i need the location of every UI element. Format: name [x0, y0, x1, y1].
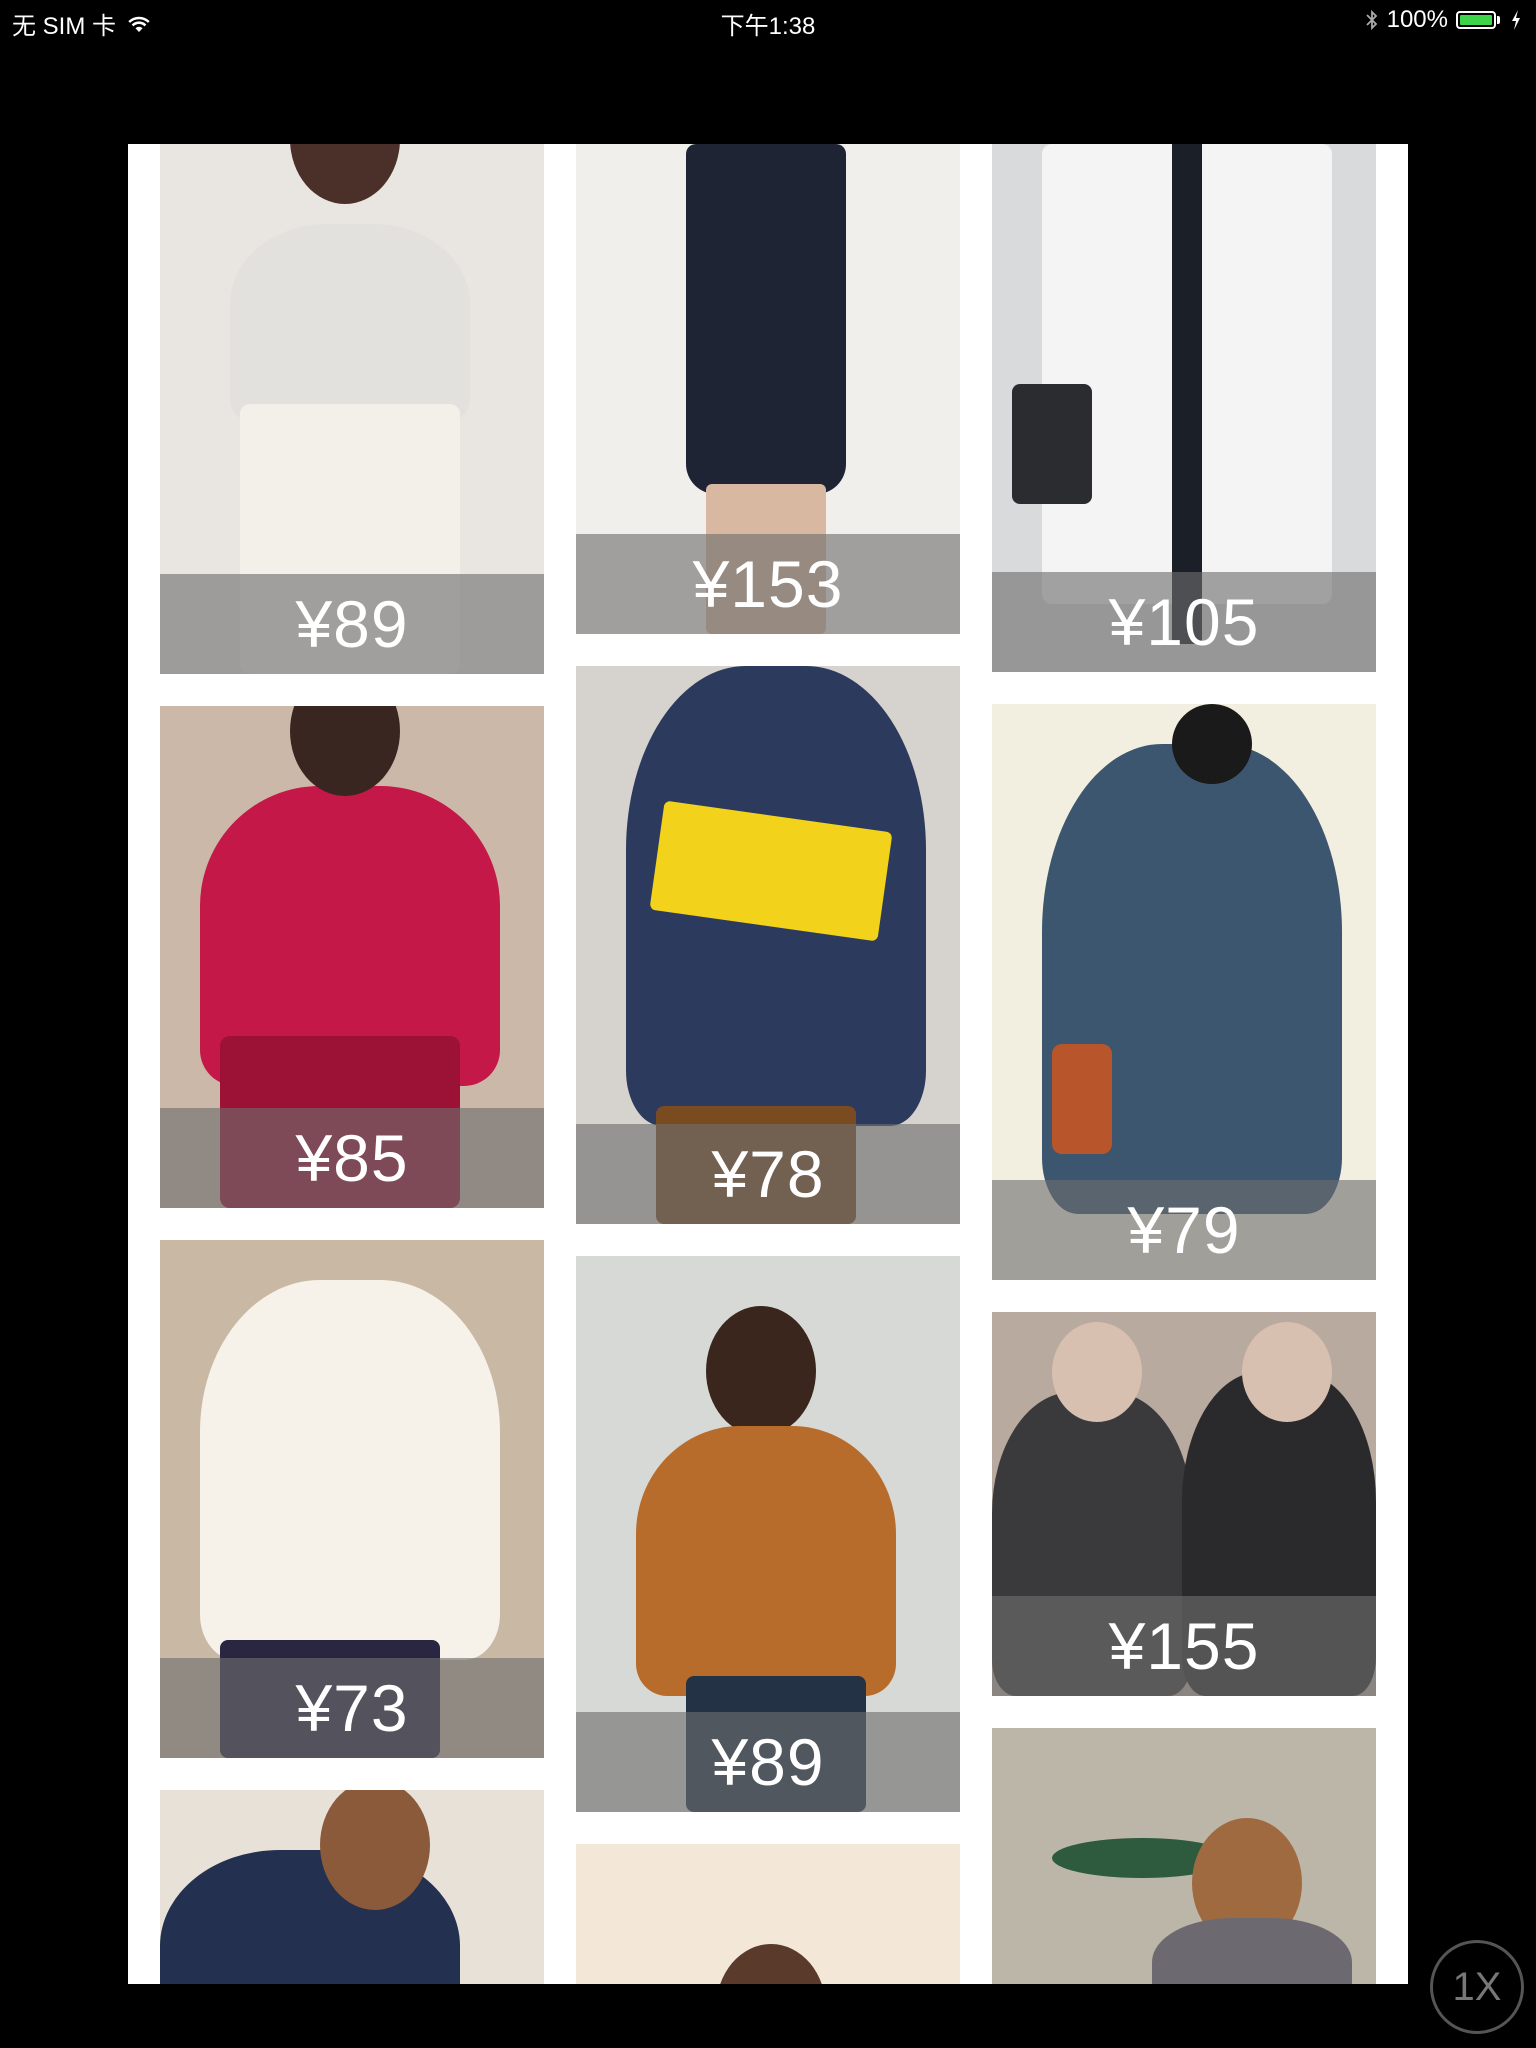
product-image: [576, 1844, 960, 1984]
bluetooth-icon: [1365, 9, 1377, 31]
charging-icon: [1512, 10, 1520, 30]
product-card[interactable]: ¥105: [992, 144, 1376, 672]
product-card[interactable]: ¥89: [576, 1256, 960, 1812]
status-bar: 无 SIM 卡 下午1:38 100%: [0, 0, 1536, 40]
price-label: ¥79: [1127, 1193, 1241, 1267]
product-card[interactable]: ¥155: [992, 1312, 1376, 1696]
product-card[interactable]: ¥79: [992, 704, 1376, 1280]
product-card[interactable]: [160, 1790, 544, 1984]
price-bar: ¥153: [576, 534, 960, 634]
product-image: [160, 1790, 544, 1984]
price-bar: ¥89: [576, 1712, 960, 1812]
price-bar: ¥73: [160, 1658, 544, 1758]
price-bar: ¥105: [992, 572, 1376, 672]
product-waterfall-grid[interactable]: ¥89 ¥85 ¥73 ¥153 ¥78 ¥89 ¥105 ¥79 ¥155: [128, 144, 1408, 1984]
price-bar: ¥155: [992, 1596, 1376, 1696]
price-label: ¥155: [1108, 1609, 1260, 1683]
price-bar: ¥89: [160, 574, 544, 674]
price-label: ¥85: [295, 1121, 409, 1195]
battery-icon: [1456, 10, 1502, 30]
product-card[interactable]: ¥89: [160, 144, 544, 674]
price-bar: ¥78: [576, 1124, 960, 1224]
zoom-1x-button[interactable]: 1X: [1430, 1940, 1524, 2034]
price-label: ¥78: [711, 1137, 825, 1211]
price-label: ¥105: [1108, 585, 1260, 659]
product-card[interactable]: ¥73: [160, 1240, 544, 1758]
product-card[interactable]: [576, 1844, 960, 1984]
product-card[interactable]: ¥78: [576, 666, 960, 1224]
product-card[interactable]: [992, 1728, 1376, 1984]
price-bar: ¥85: [160, 1108, 544, 1208]
price-label: ¥89: [295, 587, 409, 661]
status-time: 下午1:38: [720, 13, 816, 40]
price-label: ¥89: [711, 1725, 825, 1799]
price-label: ¥153: [692, 547, 844, 621]
price-label: ¥73: [295, 1671, 409, 1745]
product-card[interactable]: ¥85: [160, 706, 544, 1208]
product-card[interactable]: ¥153: [576, 144, 960, 634]
battery-percent: 100%: [1386, 6, 1448, 33]
price-bar: ¥79: [992, 1180, 1376, 1280]
status-right: 100%: [1365, 6, 1522, 34]
product-image: [992, 1728, 1376, 1984]
